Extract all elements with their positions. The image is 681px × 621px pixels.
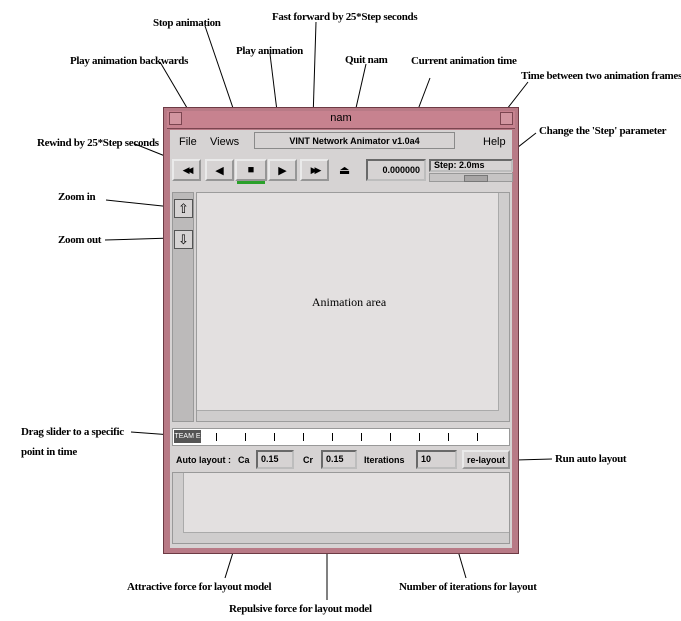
zoom-out-icon: ⇩: [178, 232, 189, 247]
annotation-zoom-out: Zoom out: [58, 234, 102, 246]
nam-main-panel: File Views VINT Network Animator v1.0a4 …: [170, 130, 513, 548]
time-tick: [274, 433, 275, 441]
current-time-display: 0.000000: [366, 159, 426, 181]
time-tick: [477, 433, 478, 441]
animation-horizontal-scrollbar[interactable]: [197, 410, 499, 421]
annotation-rewind: Rewind by 25*Step seconds: [37, 137, 159, 149]
annotation-quit: Quit nam: [345, 54, 388, 66]
annotation-fast-forward: Fast forward by 25*Step seconds: [272, 11, 418, 23]
time-tick: [361, 433, 362, 441]
rewind-button[interactable]: ◀◀: [172, 159, 201, 181]
annotation-play: Play animation: [236, 45, 303, 57]
zoom-in-icon: ⇧: [178, 201, 189, 216]
playback-indicator: [237, 181, 265, 184]
annotation-run-auto-layout: Run auto layout: [555, 453, 627, 465]
time-tick: [216, 433, 217, 441]
time-tick: [245, 433, 246, 441]
animation-vertical-scrollbar[interactable]: [498, 193, 509, 421]
annotation-attractive-force: Attractive force for layout model: [127, 581, 272, 593]
play-backward-icon: ◀: [215, 164, 224, 177]
iterations-label: Iterations: [364, 455, 405, 465]
ca-label: Ca: [238, 455, 250, 465]
animation-area[interactable]: Animation area: [196, 192, 510, 422]
time-tick: [390, 433, 391, 441]
annotation-play-backwards: Play animation backwards: [70, 55, 189, 67]
time-slider-track[interactable]: TEAM E: [172, 428, 510, 446]
stop-icon: ■: [247, 164, 255, 176]
fast-forward-button[interactable]: ▶▶: [300, 159, 329, 181]
fast-forward-icon: ▶▶: [310, 164, 322, 175]
annotation-drag-slider-1: Drag slider to a specific: [21, 426, 124, 438]
nam-window: nam File Views VINT Network Animator v1.…: [163, 107, 519, 554]
zoom-toolbar: ⇧ ⇩: [172, 192, 194, 422]
menu-help[interactable]: Help: [483, 136, 506, 148]
window-titlebar[interactable]: nam: [167, 111, 515, 129]
play-icon: ▶: [278, 164, 287, 177]
zoom-in-button[interactable]: ⇧: [174, 199, 193, 218]
time-tick: [448, 433, 449, 441]
annotation-text-area[interactable]: [172, 472, 510, 544]
stop-button[interactable]: ■: [235, 159, 267, 181]
menu-views[interactable]: Views: [210, 136, 239, 148]
step-label: Step: 2.0ms: [429, 159, 513, 172]
play-backward-button[interactable]: ◀: [205, 159, 234, 181]
relayout-button-label: re-layout: [466, 454, 505, 465]
annotation-stop: Stop animation: [153, 17, 221, 29]
app-title-label: VINT Network Animator v1.0a4: [254, 132, 455, 149]
annotation-time-between: Time between two animation frames: [521, 70, 681, 82]
menu-file[interactable]: File: [179, 136, 197, 148]
cr-label: Cr: [303, 455, 314, 465]
annotation-change-step: Change the 'Step' parameter: [539, 125, 667, 137]
relayout-button[interactable]: re-layout: [462, 450, 510, 469]
annotation-current-time: Current animation time: [411, 55, 517, 67]
step-slider-thumb[interactable]: [464, 175, 488, 182]
animation-area-label: Animation area: [311, 295, 387, 309]
window-title: nam: [330, 112, 352, 124]
annotation-num-iterations: Number of iterations for layout: [399, 581, 537, 593]
zoom-out-button[interactable]: ⇩: [174, 230, 193, 249]
time-tick: [303, 433, 304, 441]
annotation-zoom-in: Zoom in: [58, 191, 96, 203]
quit-button[interactable]: ⏏: [332, 159, 357, 181]
time-tick: [332, 433, 333, 441]
iterations-input[interactable]: 10: [416, 450, 457, 469]
ca-input[interactable]: 0.15: [256, 450, 294, 469]
eject-icon: ⏏: [338, 163, 351, 177]
bottom-horizontal-scrollbar[interactable]: [183, 532, 509, 543]
window-maximize-button[interactable]: [500, 112, 513, 125]
annotation-drag-slider-2: point in time: [21, 446, 77, 458]
rewind-icon: ◀◀: [182, 164, 194, 175]
time-slider[interactable]: TEAM E: [174, 430, 201, 443]
cr-input[interactable]: 0.15: [321, 450, 357, 469]
auto-layout-label: Auto layout :: [176, 455, 231, 465]
time-tick: [419, 433, 420, 441]
annotation-repulsive-force: Repulsive force for layout model: [229, 603, 372, 615]
play-button[interactable]: ▶: [268, 159, 297, 181]
step-slider[interactable]: [429, 173, 513, 182]
